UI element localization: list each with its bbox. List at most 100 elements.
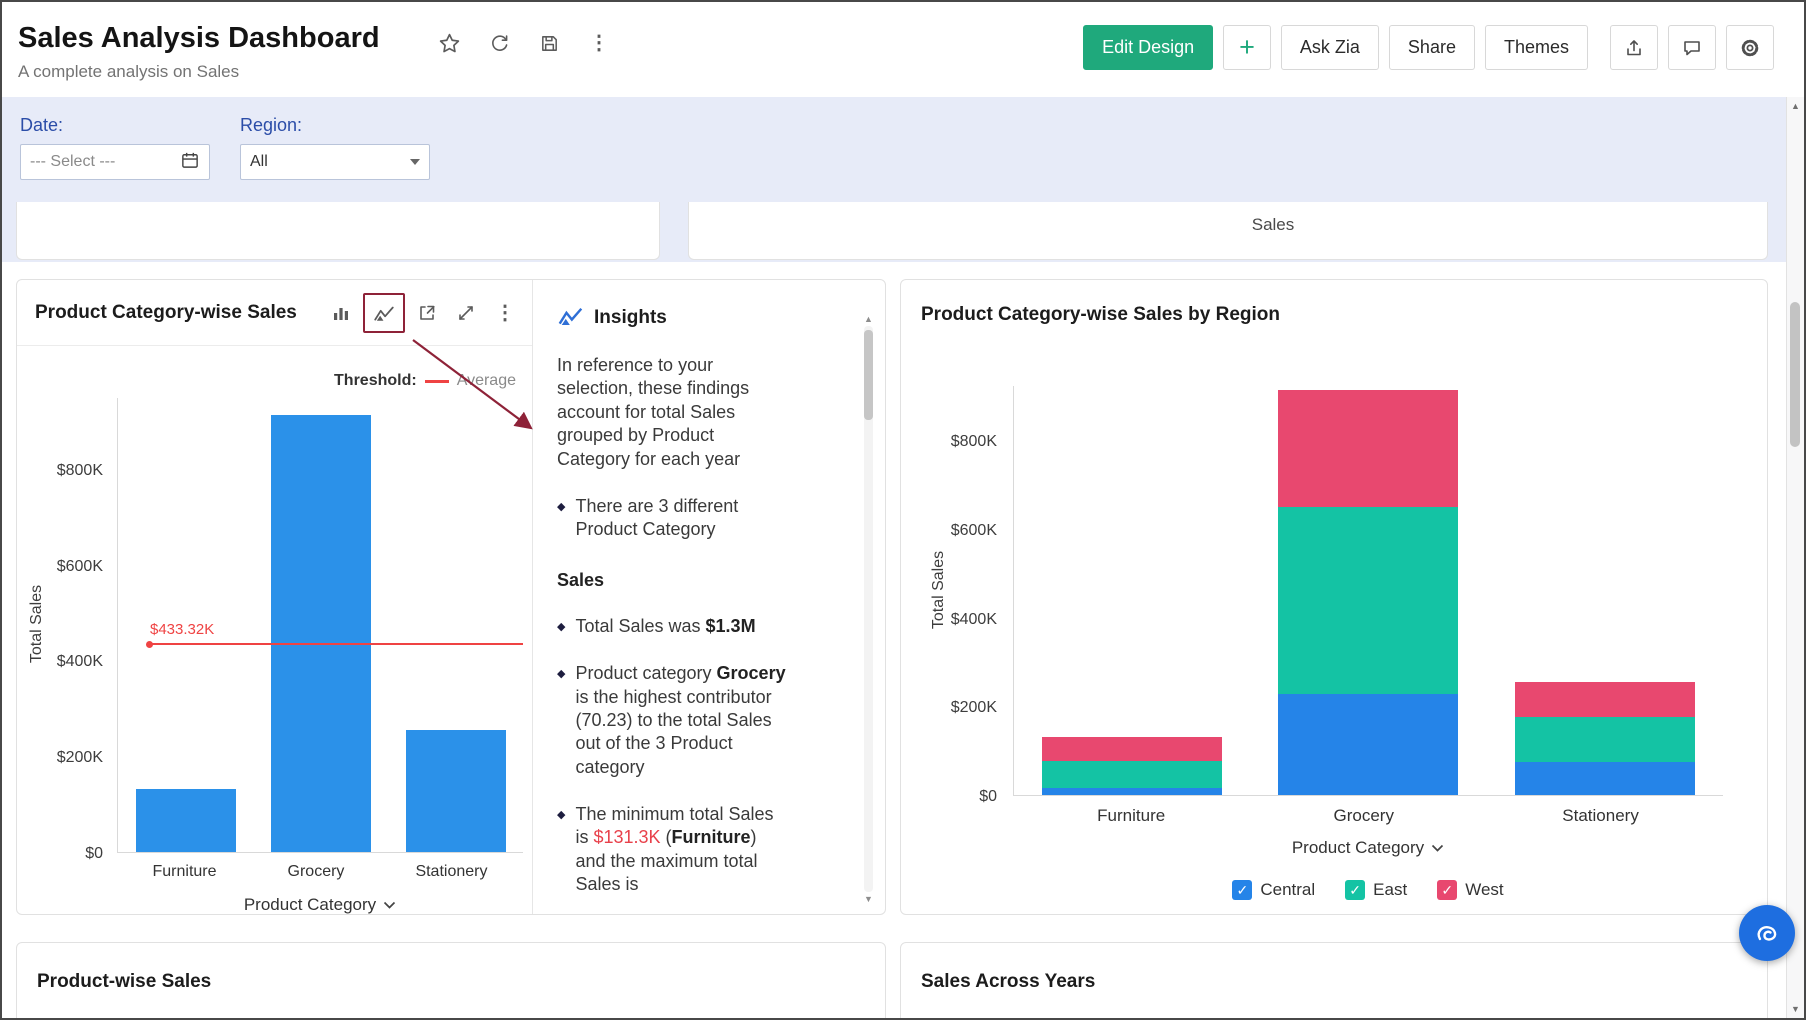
chart-type-icon[interactable] [324, 296, 358, 330]
page-scroll-thumb[interactable] [1790, 302, 1800, 447]
category-sales-chart-area: Threshold: Average Total Sales $0$200K$4… [17, 346, 532, 914]
bar-segment-furniture-central[interactable] [1042, 788, 1222, 795]
legend-item-west[interactable]: ✓ West [1437, 880, 1503, 900]
x-axis-title[interactable]: Product Category [1013, 838, 1723, 858]
page-subtitle: A complete analysis on Sales [18, 62, 239, 82]
expand-icon[interactable] [449, 296, 483, 330]
chart-kebab-icon[interactable]: ⋮ [488, 296, 522, 330]
bar-segment-stationery-east[interactable] [1515, 717, 1695, 762]
ask-zia-button[interactable]: Ask Zia [1281, 25, 1379, 70]
x-tick-label: Furniture [1097, 806, 1165, 826]
zia-chat-fab[interactable] [1739, 905, 1795, 961]
region-stacked-chart: Total Sales $0$200K$400K$600K$800K Furni… [901, 280, 1767, 914]
region-filter-select[interactable]: All [240, 144, 430, 180]
region-filter-label: Region: [240, 115, 302, 136]
bar-grocery[interactable] [271, 415, 371, 852]
insights-section-heading: Sales [557, 570, 791, 591]
bar-grocery[interactable] [1278, 390, 1458, 795]
sales-across-years-title: Sales Across Years [901, 943, 1767, 993]
x-axis-title[interactable]: Product Category [117, 895, 523, 915]
legend-item-east[interactable]: ✓East [1345, 880, 1407, 900]
bullet-diamond-icon: ◆ [557, 615, 565, 638]
bar-segment-furniture-east[interactable] [1042, 761, 1222, 788]
x-tick-label: Stationery [415, 863, 487, 881]
bar-slot-furniture [118, 789, 253, 852]
bar-segment-grocery-central[interactable] [1278, 694, 1458, 795]
bar-segment-furniture-west[interactable] [1042, 737, 1222, 762]
chart-toolbar: ⋮ [324, 293, 522, 333]
dashboard-page: Sales Analysis Dashboard A complete anal… [0, 0, 1806, 1020]
zia-insights-icon[interactable] [363, 293, 405, 333]
insights-items: ◆There are 3 different Product CategoryS… [557, 495, 791, 897]
bars-layer [1014, 386, 1723, 795]
y-axis-ticks: $0$200K$400K$600K$800K [41, 398, 109, 853]
scroll-down-arrow-icon[interactable]: ▼ [1787, 1004, 1804, 1014]
x-axis-title-text: Product Category [1292, 838, 1424, 858]
open-in-new-icon[interactable] [410, 296, 444, 330]
bar-stationery[interactable] [1515, 682, 1695, 795]
scroll-down-arrow-icon[interactable]: ▼ [862, 894, 875, 904]
y-tick-label: $600K [41, 558, 103, 576]
x-tick-label: Grocery [288, 863, 345, 881]
bar-furniture[interactable] [1042, 737, 1222, 795]
share-button[interactable]: Share [1389, 25, 1475, 70]
chart-legend: ✓Central✓East✓West [1013, 880, 1723, 900]
chevron-down-icon [383, 901, 396, 910]
category-sales-panel-title: Product Category-wise Sales [35, 302, 297, 324]
insight-bullet: ◆Product category Grocery is the highest… [557, 662, 791, 779]
plot-area: $433.32K [117, 398, 523, 853]
category-sales-chart-column: Product Category-wise Sales ⋮ [17, 280, 533, 914]
comments-icon-button[interactable] [1668, 25, 1716, 70]
legend-checkbox-east[interactable]: ✓ [1345, 880, 1365, 900]
insight-text: Product category Grocery is the highest … [575, 662, 791, 779]
scroll-up-arrow-icon[interactable]: ▲ [1787, 101, 1804, 111]
product-wise-sales-title: Product-wise Sales [17, 943, 885, 993]
y-tick-label: $0 [929, 788, 997, 806]
bar-grocery[interactable] [271, 415, 371, 852]
bullet-diamond-icon: ◆ [557, 495, 565, 542]
bar-stationery[interactable] [406, 730, 506, 852]
y-tick-label: $400K [929, 611, 997, 629]
legend-label: West [1465, 880, 1503, 900]
refresh-icon[interactable] [484, 28, 514, 58]
page-scrollbar[interactable]: ▲ ▼ [1786, 97, 1804, 1018]
insight-text: There are 3 different Product Category [575, 495, 791, 542]
bar-stationery[interactable] [406, 730, 506, 852]
insights-scroll-thumb[interactable] [864, 330, 873, 420]
region-filter-value: All [250, 153, 410, 171]
legend-checkbox-west[interactable]: ✓ [1437, 880, 1457, 900]
date-filter-label: Date: [20, 115, 63, 136]
bar-segment-grocery-east[interactable] [1278, 507, 1458, 694]
legend-checkbox-central[interactable]: ✓ [1232, 880, 1252, 900]
zia-insights-icon [557, 302, 584, 334]
zia-avatar-icon [1751, 917, 1783, 949]
bar-furniture[interactable] [136, 789, 236, 852]
category-sales-panel-header: Product Category-wise Sales ⋮ [17, 280, 532, 346]
bar-furniture[interactable] [136, 789, 236, 852]
insights-header: Insights [557, 302, 827, 334]
header-kebab-icon[interactable]: ⋮ [584, 28, 614, 58]
scroll-up-arrow-icon[interactable]: ▲ [862, 314, 875, 324]
threshold-line: $433.32K [148, 643, 523, 645]
favorite-star-icon[interactable] [434, 28, 464, 58]
insight-text: The minimum total Sales is $131.3K (Furn… [575, 803, 791, 897]
bar-segment-grocery-west[interactable] [1278, 390, 1458, 507]
themes-button[interactable]: Themes [1485, 25, 1588, 70]
bullet-diamond-icon: ◆ [557, 662, 565, 779]
legend-item-central[interactable]: ✓ Central [1232, 880, 1315, 900]
save-icon[interactable] [534, 28, 564, 58]
date-filter-select[interactable]: --- Select --- [20, 144, 210, 180]
bar-segment-stationery-west[interactable] [1515, 682, 1695, 717]
bullet-diamond-icon: ◆ [557, 803, 565, 897]
x-tick-label: Stationery [1562, 806, 1639, 826]
header-actions: Edit Design + Ask Zia Share Themes [1083, 25, 1774, 70]
legend-label: Central [1260, 880, 1315, 900]
edit-design-button[interactable]: Edit Design [1083, 25, 1213, 70]
category-sales-chart: Total Sales $0$200K$400K$600K$800K $433.… [17, 346, 532, 914]
settings-gear-icon-button[interactable] [1726, 25, 1774, 70]
export-icon-button[interactable] [1610, 25, 1658, 70]
add-button[interactable]: + [1223, 25, 1271, 70]
bar-slot-stationery [1487, 682, 1723, 795]
bar-segment-stationery-central[interactable] [1515, 762, 1695, 795]
chevron-down-icon [1431, 844, 1444, 853]
